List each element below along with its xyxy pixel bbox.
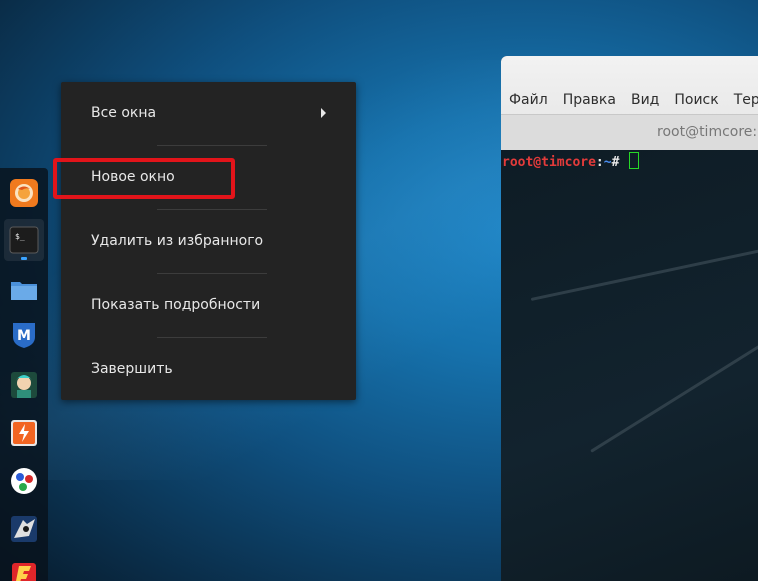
dock-item-maltego[interactable] <box>4 460 44 502</box>
menu-separator <box>157 337 267 338</box>
terminal-prompt: root@timcore:~# <box>502 152 640 170</box>
menu-terminal[interactable]: Терми <box>734 92 758 108</box>
dock-item-faraday[interactable] <box>4 554 44 581</box>
menu-search[interactable]: Поиск <box>674 92 718 108</box>
terminal-tab[interactable]: root@timcore: <box>501 114 758 151</box>
menu-separator <box>157 209 267 210</box>
firefox-icon <box>10 179 38 207</box>
menu-item-all-windows[interactable]: Все окна <box>61 93 356 133</box>
submenu-arrow-icon <box>321 108 326 118</box>
dock-item-files[interactable] <box>4 268 44 310</box>
menu-separator <box>157 145 267 146</box>
armitage-icon <box>11 372 37 398</box>
prompt-separator: : <box>595 155 604 170</box>
metasploit-icon-glyph: M <box>17 328 31 344</box>
terminal-tab-title: root@timcore: <box>657 124 758 140</box>
dock-item-armitage[interactable] <box>4 364 44 406</box>
dock: $_ M <box>0 168 48 581</box>
menu-edit[interactable]: Правка <box>563 92 616 108</box>
beef-icon <box>11 516 37 542</box>
terminal-cursor <box>629 152 640 169</box>
menu-item-quit[interactable]: Завершить <box>61 349 356 389</box>
wallpaper-dragon-stroke <box>530 248 758 301</box>
faraday-icon <box>12 563 36 581</box>
terminal-menubar: Файл Правка Вид Поиск Терми <box>501 87 758 113</box>
prompt-user: root@timcore <box>502 155 596 170</box>
terminal-icon: $_ <box>9 226 39 254</box>
menu-item-label: Все окна <box>91 105 157 121</box>
menu-item-label: Удалить из избранного <box>91 233 264 249</box>
menu-item-show-details[interactable]: Показать подробности <box>61 285 356 325</box>
menu-item-remove-favorite[interactable]: Удалить из избранного <box>61 221 356 261</box>
annotation-highlight-box <box>53 158 235 199</box>
dock-item-metasploit[interactable]: M <box>4 314 44 356</box>
wallpaper-dragon-stroke <box>590 344 758 453</box>
terminal-titlebar: Файл Правка Вид Поиск Терми root@timcore… <box>501 56 758 151</box>
terminal-body[interactable]: root@timcore:~# <box>501 150 758 581</box>
menu-separator <box>157 273 267 274</box>
metasploit-icon: M <box>13 323 35 348</box>
dock-item-burpsuite[interactable] <box>4 412 44 454</box>
dock-item-beef[interactable] <box>4 508 44 550</box>
menu-file[interactable]: Файл <box>509 92 548 108</box>
files-icon <box>11 282 37 300</box>
menu-item-label: Показать подробности <box>91 297 261 313</box>
prompt-path: ~ <box>603 155 612 170</box>
dock-item-terminal[interactable]: $_ <box>4 219 44 261</box>
prompt-symbol: # <box>611 155 620 170</box>
terminal-icon-glyph: $_ <box>15 232 25 241</box>
dock-context-menu: Все окна Новое окно Удалить из избранног… <box>61 82 356 400</box>
dock-item-firefox[interactable] <box>4 172 44 214</box>
menu-item-label: Завершить <box>91 361 173 377</box>
burpsuite-icon <box>11 420 37 446</box>
terminal-window[interactable]: Файл Правка Вид Поиск Терми root@timcore… <box>501 56 758 581</box>
desktop: Файл Правка Вид Поиск Терми root@timcore… <box>0 0 758 581</box>
maltego-icon <box>11 468 37 494</box>
running-indicator <box>21 257 27 260</box>
menu-view[interactable]: Вид <box>631 92 659 108</box>
